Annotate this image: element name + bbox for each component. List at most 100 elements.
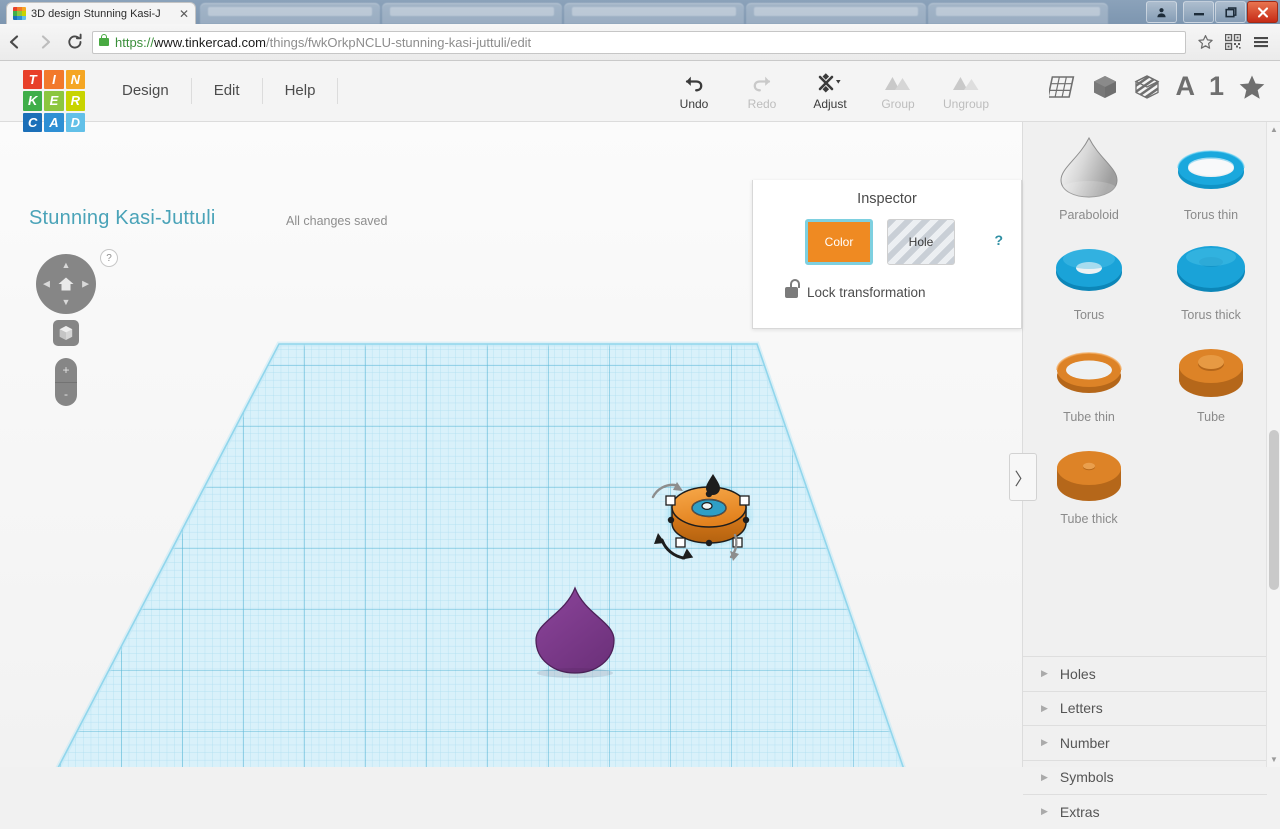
zoom-controls: + - <box>55 358 77 406</box>
background-tab-2[interactable] <box>382 3 562 24</box>
zoom-in-button[interactable]: + <box>55 358 77 383</box>
design-title[interactable]: Stunning Kasi-Juttuli <box>29 207 216 230</box>
reload-button[interactable] <box>60 27 90 57</box>
bookmark-star-icon[interactable] <box>1192 29 1218 55</box>
restore-button[interactable] <box>1215 1 1246 23</box>
category-holes[interactable]: ▶ Holes <box>1023 656 1267 691</box>
shape-tube[interactable]: Tube <box>1155 326 1267 428</box>
tab-title: 3D design Stunning Kasi-J <box>31 7 161 20</box>
background-tab-3[interactable] <box>564 3 744 24</box>
browser-navbar: https://www.tinkercad.com/things/fwkOrkp… <box>0 24 1280 61</box>
browser-titlebar: 3D design Stunning Kasi-J ✕ <box>0 0 1280 25</box>
shape-paraboloid[interactable]: Paraboloid <box>1033 122 1145 226</box>
shape-torus-thick[interactable]: Torus thick <box>1155 226 1267 326</box>
nav-right-arrow-icon[interactable]: ▶ <box>82 279 89 289</box>
shape-tube-thin[interactable]: Tube thin <box>1033 326 1145 428</box>
category-symbols[interactable]: ▶ Symbols <box>1023 759 1267 795</box>
logo-letter-d: D <box>65 112 85 132</box>
tab-close-icon[interactable]: ✕ <box>179 8 189 20</box>
back-button[interactable] <box>0 27 30 57</box>
redo-button[interactable]: Redo <box>728 69 796 115</box>
minimize-button[interactable] <box>1183 1 1214 23</box>
ungroup-button[interactable]: Ungroup <box>932 69 1000 115</box>
shape-label-torus: Torus <box>1073 308 1105 322</box>
hole-cube-icon[interactable] <box>1133 74 1161 100</box>
lock-transformation-label: Lock transformation <box>807 285 926 300</box>
secure-lock-icon <box>99 34 109 46</box>
qr-code-icon[interactable] <box>1220 29 1246 55</box>
category-letters[interactable]: ▶ Letters <box>1023 690 1267 726</box>
chevron-right-icon: ▶ <box>1041 806 1048 817</box>
save-status: All changes saved <box>286 214 388 228</box>
letter-a-icon[interactable]: A <box>1175 73 1195 100</box>
view-navigation-pad[interactable]: ▲ ▼ ◀ ▶ <box>36 254 96 314</box>
background-tab-4[interactable] <box>746 3 926 24</box>
scroll-up-arrow-icon[interactable]: ▲ <box>1270 125 1278 134</box>
adjust-button[interactable]: Adjust <box>796 69 864 115</box>
paraboloid-thumbnail-icon <box>1060 136 1118 198</box>
active-tab[interactable]: 3D design Stunning Kasi-J ✕ <box>6 2 196 24</box>
nav-up-arrow-icon[interactable]: ▲ <box>62 261 71 270</box>
inspector-help-icon[interactable]: ? <box>994 232 1003 248</box>
shape-label-tube-thick: Tube thick <box>1060 512 1118 526</box>
solid-cube-icon[interactable] <box>1091 74 1119 100</box>
color-swatch-label: Color <box>824 235 854 249</box>
user-profile-icon[interactable] <box>1146 1 1177 23</box>
collapse-panel-button[interactable]: 〉 <box>1009 453 1037 501</box>
menu-item-help[interactable]: Help <box>263 78 339 104</box>
nav-home-icon[interactable] <box>58 276 75 292</box>
forward-button[interactable] <box>30 27 60 57</box>
grid-icon[interactable] <box>1049 74 1077 100</box>
zoom-out-button[interactable]: - <box>55 383 77 407</box>
torus-thumbnail-icon <box>1056 249 1122 291</box>
browser-menu-icon[interactable] <box>1248 29 1274 55</box>
address-bar-url: https://www.tinkercad.com/things/fwkOrkp… <box>115 35 531 50</box>
padlock-open-icon <box>785 279 800 298</box>
close-window-button[interactable] <box>1247 1 1278 23</box>
group-button[interactable]: Group <box>864 69 932 115</box>
menu-item-edit[interactable]: Edit <box>192 78 263 104</box>
ungroup-label: Ungroup <box>942 97 990 111</box>
shape-torus[interactable]: Torus <box>1033 226 1145 326</box>
navbar-right-icons <box>1192 29 1280 55</box>
number-one-icon[interactable]: 1 <box>1209 73 1224 100</box>
tinkercad-favicon-icon <box>13 7 26 20</box>
redo-icon <box>751 72 773 94</box>
undo-label: Undo <box>679 97 709 111</box>
star-icon[interactable] <box>1238 74 1266 100</box>
category-number[interactable]: ▶ Number <box>1023 725 1267 760</box>
app-toolbar: Undo Redo Adjust Group Ungroup <box>660 69 1000 115</box>
browser-window: 3D design Stunning Kasi-J ✕ https://www.… <box>0 0 1280 820</box>
address-bar[interactable]: https://www.tinkercad.com/things/fwkOrkp… <box>92 30 1186 54</box>
adjust-label: Adjust <box>813 97 847 111</box>
fit-view-button[interactable] <box>53 320 79 346</box>
app-toolbar-right: A 1 <box>1049 73 1266 100</box>
ungroup-icon <box>951 72 981 94</box>
category-label-number: Number <box>1059 734 1110 751</box>
url-domain: www.tinkercad.com <box>154 34 267 50</box>
shape-torus-thin[interactable]: Torus thin <box>1155 122 1267 226</box>
nav-left-arrow-icon[interactable]: ◀ <box>43 279 50 289</box>
app-menubar: Design Edit Help <box>100 61 339 121</box>
color-swatch-button[interactable]: Color <box>805 219 873 265</box>
inspector-panel: Inspector Color Hole ? Lock transformati… <box>752 180 1022 329</box>
shape-panel-scrollbar[interactable]: ▲ ▼ <box>1266 122 1280 767</box>
logo-letter-a: A <box>44 112 64 132</box>
menu-item-design[interactable]: Design <box>100 78 192 104</box>
nav-down-arrow-icon[interactable]: ▼ <box>62 298 71 307</box>
background-tab-1[interactable] <box>200 3 380 24</box>
background-tab-5[interactable] <box>928 3 1108 24</box>
canvas-help-badge[interactable]: ? <box>100 249 118 267</box>
shape-categories: ▶ Holes ▶ Letters ▶ Number ▶ Symbols ▶ E… <box>1023 656 1267 829</box>
hole-swatch-button[interactable]: Hole <box>887 219 955 265</box>
logo-letter-i: I <box>44 70 64 90</box>
scroll-down-arrow-icon[interactable]: ▼ <box>1270 755 1278 764</box>
redo-label: Redo <box>747 97 777 111</box>
tinkercad-logo[interactable]: T I N K E R C A D <box>23 70 85 132</box>
shape-row-3: Tube thin Tube <box>1023 326 1267 428</box>
scrollbar-thumb[interactable] <box>1269 430 1279 590</box>
undo-button[interactable]: Undo <box>660 69 728 115</box>
lock-transformation-row[interactable]: Lock transformation <box>753 265 1021 300</box>
shape-tube-thick[interactable]: Tube thick <box>1033 428 1145 530</box>
category-extras[interactable]: ▶ Extras <box>1023 794 1267 829</box>
